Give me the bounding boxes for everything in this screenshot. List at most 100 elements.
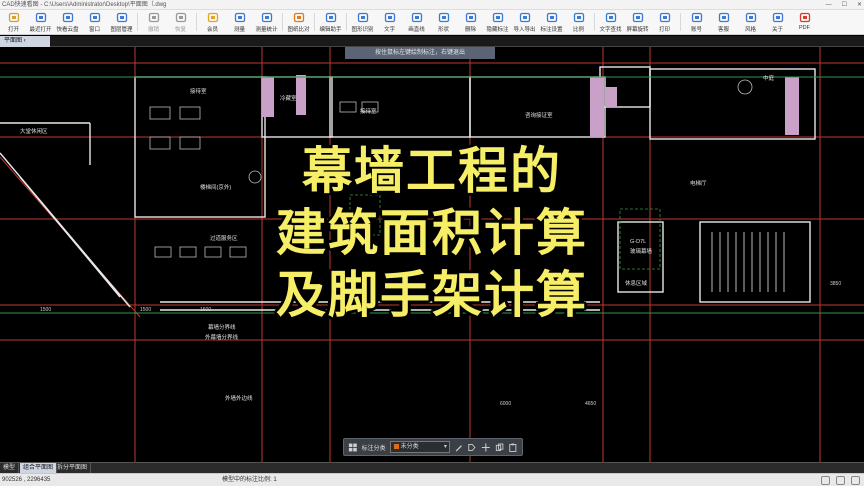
status-bar: 902526 , 2296435 模型中的标注比例: 1 xyxy=(0,473,864,486)
toolbar-button-text[interactable]: 文字 xyxy=(376,10,403,34)
open-icon xyxy=(8,12,19,23)
toolbar-button-rotate[interactable]: 屏幕旋转 xyxy=(624,10,651,34)
maximize-button[interactable]: ☐ xyxy=(842,0,847,10)
toolbar-button-account[interactable]: 账号 xyxy=(683,10,710,34)
fullscreen-icon[interactable] xyxy=(851,476,860,485)
toolbar-separator xyxy=(196,13,197,31)
wall-fills xyxy=(262,75,799,137)
window-controls: — ☐ ✕ xyxy=(826,0,862,10)
close-button[interactable]: ✕ xyxy=(857,0,862,10)
layout-tabs: 模型 组合平面图 拆分平面图 xyxy=(0,462,864,474)
toolbar-button-compare[interactable]: 图纸比对 xyxy=(285,10,312,34)
toolbar-button-vip[interactable]: 会员 xyxy=(199,10,226,34)
toolbar-button-label: 比例 xyxy=(572,27,584,33)
toolbar-button-label: 撤销 xyxy=(147,27,159,33)
toolbar-button-line[interactable]: 画直线 xyxy=(403,10,430,34)
line-icon xyxy=(411,12,422,23)
toolbar-button-label: 图纸比对 xyxy=(287,27,310,33)
document-tab[interactable]: 平面图 ‹ xyxy=(0,36,50,47)
toolbar-button-style[interactable]: 风格 xyxy=(737,10,764,34)
annotation-category-select[interactable]: 未分类 ▾ xyxy=(389,441,450,453)
window-title: CAD快速看图 - C:\Users\Administrator\Desktop… xyxy=(2,2,167,8)
compare-icon xyxy=(293,12,304,23)
toolbar-button-label: 图形识别 xyxy=(351,27,374,33)
annotation-floating-bar: 标注分类 未分类 ▾ xyxy=(343,438,523,456)
toolbar-button-label: 打开 xyxy=(7,27,19,33)
move-icon[interactable] xyxy=(481,442,491,453)
toolbar-button-cloud[interactable]: 快看云盘 xyxy=(54,10,81,34)
redo-icon xyxy=(175,12,186,23)
room-label: 大堂休闲区 xyxy=(20,127,48,135)
toolbar-button-label: 文字 xyxy=(383,27,395,33)
toolbar-button-label: 形状 xyxy=(437,27,449,33)
category-color-swatch xyxy=(393,443,399,449)
annotation-settings-icon xyxy=(546,12,557,23)
toolbar-button-edit-helper[interactable]: 编辑助手 xyxy=(317,10,344,34)
toolbar-button-recognize[interactable]: 图形识别 xyxy=(349,10,376,34)
room-label: 接待室 xyxy=(190,87,207,95)
toolbar-button-annotation-settings[interactable]: 标注设置 xyxy=(538,10,565,34)
toolbar-separator xyxy=(137,13,138,31)
toolbar-separator xyxy=(346,13,347,31)
toolbar-button-redo[interactable]: 恢复 xyxy=(167,10,194,34)
toolbar-button-print[interactable]: 打印 xyxy=(651,10,678,34)
recognize-icon xyxy=(357,12,368,23)
cloud-icon xyxy=(62,12,73,23)
annotation-scale-text: 模型中的标注比例: 1 xyxy=(222,477,277,483)
toolbar-button-about[interactable]: 关于 xyxy=(764,10,791,34)
undo-icon xyxy=(148,12,159,23)
minimize-button[interactable]: — xyxy=(826,0,832,10)
toolbar-button-open[interactable]: 打开 xyxy=(0,10,27,34)
pdf-icon xyxy=(799,12,810,23)
toolbar-button-pdf[interactable]: PDF xyxy=(791,10,818,34)
toolbar-button-import-export[interactable]: 导入导出 xyxy=(511,10,538,34)
layers-icon xyxy=(116,12,127,23)
hint-bar: 按住鼠标左键绘制标注，右键退出 xyxy=(345,47,495,59)
hide-annotation-icon xyxy=(492,12,503,23)
toolbar-button-service[interactable]: 客服 xyxy=(710,10,737,34)
toolbar-button-measure-stats[interactable]: 测量统计 xyxy=(253,10,280,34)
grid-icon[interactable] xyxy=(348,442,358,453)
erase-icon xyxy=(465,12,476,23)
toolbar-button-label: 隐藏标注 xyxy=(486,27,509,33)
edit-icon[interactable] xyxy=(454,442,464,453)
toolbar-button-layers[interactable]: 图层管理 xyxy=(108,10,135,34)
snap-toggle-icon[interactable] xyxy=(821,476,830,485)
toolbar-button-scale[interactable]: 比例 xyxy=(565,10,592,34)
measure-stats-icon xyxy=(261,12,272,23)
toolbar-button-label: 编辑助手 xyxy=(319,27,342,33)
toolbar-button-recent[interactable]: 最近打开 xyxy=(27,10,54,34)
toolbar-button-erase[interactable]: 删除 xyxy=(457,10,484,34)
room-label: 中庭 xyxy=(763,74,775,82)
toolbar-button-hide-annotation[interactable]: 隐藏标注 xyxy=(484,10,511,34)
title-bar: CAD快速看图 - C:\Users\Administrator\Desktop… xyxy=(0,0,864,10)
window-icon xyxy=(89,12,100,23)
edit-helper-icon xyxy=(325,12,336,23)
text-search-icon xyxy=(605,12,616,23)
toolbar-button-label: 删除 xyxy=(464,27,476,33)
status-icons xyxy=(821,474,860,485)
toolbar-button-label: 标注设置 xyxy=(540,27,563,33)
toolbar-button-label: 会员 xyxy=(206,27,218,33)
toolbar-button-label: PDF xyxy=(799,25,810,31)
style-icon xyxy=(745,12,756,23)
cursor-coordinates: 902526 , 2296435 xyxy=(2,477,51,483)
toolbar-button-measure[interactable]: 测量 xyxy=(226,10,253,34)
toolbar-button-text-search[interactable]: 文字查找 xyxy=(597,10,624,34)
toolbar-separator xyxy=(594,13,595,31)
toolbar-button-shape[interactable]: 形状 xyxy=(430,10,457,34)
document-tab-row: 平面图 ‹ xyxy=(0,36,864,47)
toolbar-separator xyxy=(314,13,315,31)
toolbar-button-label: 风格 xyxy=(744,27,756,33)
callout-text: 外幕墙分界线 xyxy=(205,333,239,341)
measure-icon xyxy=(234,12,245,23)
grid-toggle-icon[interactable] xyxy=(836,476,845,485)
toolbar-button-undo[interactable]: 撤销 xyxy=(140,10,167,34)
toolbar-button-window[interactable]: 窗口 xyxy=(81,10,108,34)
cad-viewer-app: CAD快速看图 - C:\Users\Administrator\Desktop… xyxy=(0,0,864,486)
paste-icon[interactable] xyxy=(508,442,518,453)
tag-icon[interactable] xyxy=(467,442,477,453)
dim-label: 4650 xyxy=(585,401,596,407)
overlay-title-line-3: 及脚手架计算 xyxy=(276,266,588,324)
copy-icon[interactable] xyxy=(495,442,505,453)
